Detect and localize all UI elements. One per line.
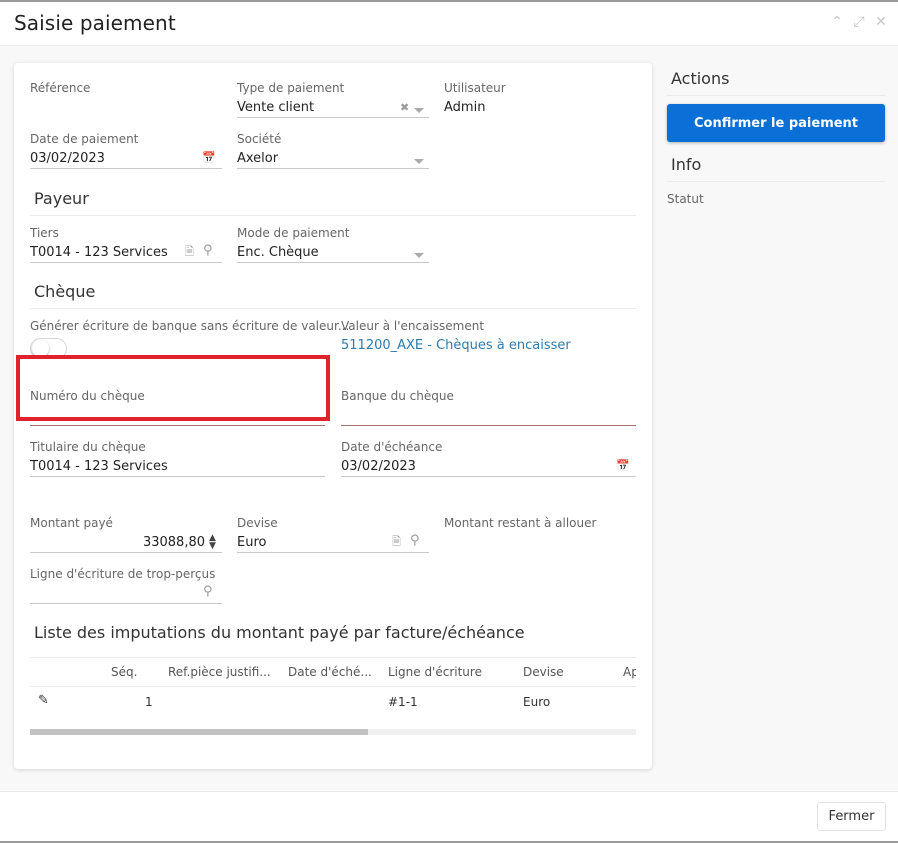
confirm-payment-button[interactable]: Confirmer le paiement (667, 104, 885, 142)
reference-label: Référence (30, 81, 91, 95)
close-icon[interactable]: ✕ (874, 14, 888, 30)
document-icon[interactable]: 🗎 (392, 536, 401, 548)
currency-label: Devise (237, 516, 278, 530)
chevron-down-icon[interactable] (414, 155, 424, 167)
calendar-icon[interactable]: 📅 (202, 152, 216, 164)
company-select[interactable]: Axelor (237, 151, 278, 166)
cheque-owner-label: Titulaire du chèque (30, 440, 146, 454)
horizontal-scrollbar[interactable] (30, 729, 636, 735)
cheque-bank-label: Banque du chèque (341, 389, 454, 403)
search-icon[interactable]: ⚲ (203, 244, 213, 257)
partner-label: Tiers (30, 226, 59, 240)
value-collection-label: Valeur à l'encaissement (341, 319, 485, 333)
cheque-owner-input[interactable]: T0014 - 123 Services (30, 459, 168, 474)
dialog-header: Saisie paiement ⌃ ⤢ ✕ (0, 2, 898, 46)
payer-section-title: Payeur (34, 189, 89, 208)
scrollbar-thumb[interactable] (30, 729, 368, 735)
close-button[interactable]: Fermer (817, 802, 886, 831)
row-currency: Euro (523, 695, 551, 709)
bank-entry-toggle-label: Générer écriture de banque sans écriture… (30, 319, 350, 333)
chevron-down-icon[interactable] (414, 249, 424, 261)
row-move-line: #1-1 (388, 695, 418, 709)
user-value: Admin (444, 100, 486, 115)
column-header-seq[interactable]: Séq. (111, 665, 137, 679)
document-icon[interactable]: 🗎 (185, 246, 194, 258)
imputations-title: Liste des imputations du montant payé pa… (34, 623, 525, 642)
remaining-amount-label: Montant restant à allouer (444, 516, 597, 530)
amount-paid-label: Montant payé (30, 516, 113, 530)
payment-dialog: Saisie paiement ⌃ ⤢ ✕ Référence Type de … (0, 0, 898, 843)
dialog-title: Saisie paiement (14, 11, 176, 35)
payment-mode-select[interactable]: Enc. Chèque (237, 245, 319, 260)
clear-icon[interactable]: ✖ (400, 102, 409, 114)
status-label: Statut (667, 192, 704, 206)
user-label: Utilisateur (444, 81, 506, 95)
column-header-move-line[interactable]: Ligne d'écriture (388, 665, 482, 679)
edit-pencil-icon[interactable]: ✎ (38, 693, 49, 708)
due-date-label: Date d'échéance (341, 440, 443, 454)
highlight-box (16, 355, 330, 421)
value-collection-link[interactable]: 511200_AXE - Chèques à encaisser (341, 338, 571, 353)
dialog-body: Référence Type de paiement Vente client … (0, 46, 898, 792)
column-header-truncated[interactable]: Ap (623, 665, 636, 679)
actions-title: Actions (671, 69, 730, 88)
company-label: Société (237, 132, 282, 146)
maximize-icon[interactable]: ⤢ (852, 14, 866, 30)
calendar-icon[interactable]: 📅 (616, 460, 630, 472)
column-header-due-date[interactable]: Date d'éché... (288, 665, 372, 679)
search-icon[interactable]: ⚲ (410, 534, 420, 547)
due-date-input[interactable]: 03/02/2023 (341, 459, 416, 474)
payment-mode-label: Mode de paiement (237, 226, 350, 240)
payment-date-label: Date de paiement (30, 132, 139, 146)
partner-input[interactable]: T0014 - 123 Services (30, 245, 168, 260)
payment-type-select[interactable]: Vente client (237, 100, 314, 115)
cheque-section-title: Chèque (34, 282, 96, 301)
row-seq: 1 (145, 695, 153, 709)
window-controls: ⌃ ⤢ ✕ (830, 14, 888, 30)
info-title: Info (671, 155, 702, 174)
chevron-down-icon[interactable] (414, 104, 424, 116)
stepper-icon[interactable]: ▲ ▼ (209, 534, 216, 551)
column-header-ref[interactable]: Ref.pièce justifi... (168, 665, 271, 679)
search-icon[interactable]: ⚲ (203, 585, 213, 598)
payment-type-label: Type de paiement (237, 81, 345, 95)
cheque-bank-input[interactable] (341, 407, 636, 425)
collapse-icon[interactable]: ⌃ (830, 14, 844, 30)
payment-date-input[interactable]: 03/02/2023 (30, 151, 105, 166)
overpaid-line-input[interactable] (30, 585, 200, 603)
amount-paid-input[interactable]: 33088,80 (30, 535, 205, 550)
reference-field[interactable] (30, 99, 222, 117)
overpaid-line-label: Ligne d'écriture de trop-perçus (30, 567, 216, 581)
currency-input[interactable]: Euro (237, 535, 266, 550)
column-header-currency[interactable]: Devise (523, 665, 564, 679)
